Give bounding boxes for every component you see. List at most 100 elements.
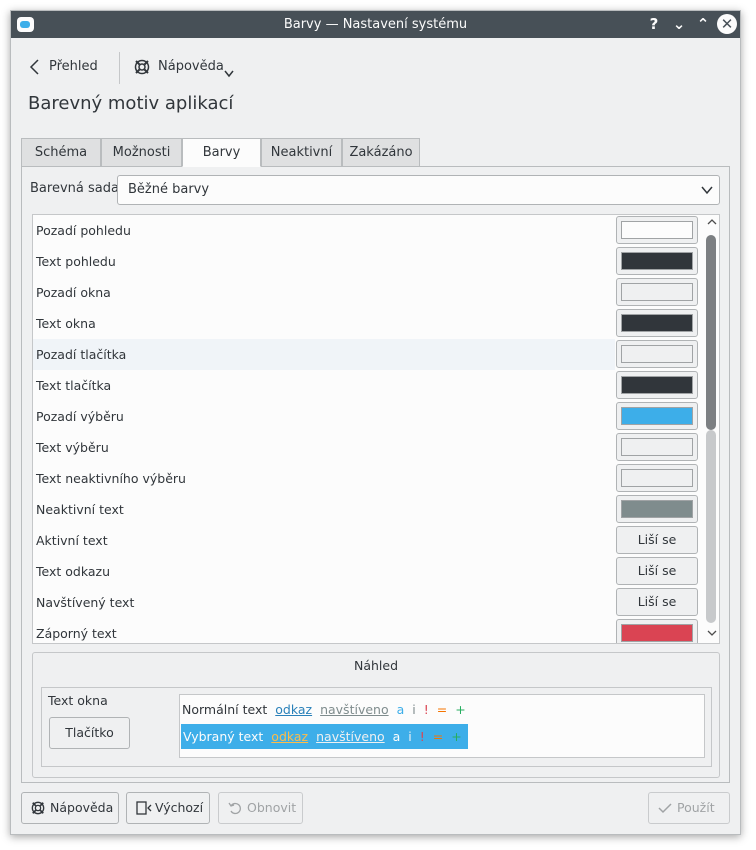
document-revert-icon — [136, 801, 152, 815]
color-row-label: Neaktivní text — [36, 502, 124, 517]
scroll-thumb[interactable] — [706, 235, 716, 430]
color-swatch-button[interactable] — [616, 433, 698, 461]
preview-selected-link[interactable]: odkaz — [271, 729, 308, 744]
tab-schema[interactable]: Schéma — [21, 138, 101, 167]
color-row-label: Text tlačítka — [36, 378, 112, 393]
reset-button[interactable]: Obnovit — [218, 792, 303, 824]
preview-selected-inactive: i — [408, 729, 412, 744]
close-icon[interactable]: ✕ — [717, 14, 737, 34]
color-swatch-button[interactable] — [616, 402, 698, 430]
title-bar[interactable]: Barvy — Nastavení systému ? ⌄ ⌃ ✕ — [11, 11, 740, 38]
preview-normal-line: Normální text odkaz navštíveno a i ! = + — [182, 699, 470, 721]
color-swatch-button[interactable] — [616, 278, 698, 306]
chevron-left-icon — [29, 59, 39, 75]
preview-normal-negative: ! — [423, 702, 429, 717]
preview-normal-neutral: = — [436, 702, 448, 717]
help-button[interactable]: Nápověda — [21, 792, 119, 824]
preview-normal-link[interactable]: odkaz — [275, 702, 312, 717]
color-swatch-button[interactable] — [616, 371, 698, 399]
color-list[interactable]: Pozadí pohledu Text pohledu Pozadí okna Tex… — [32, 214, 720, 644]
page-title: Barevný motiv aplikací — [28, 93, 234, 114]
help-menu-label: Nápověda — [158, 59, 224, 74]
color-differs-button[interactable]: Liší se — [616, 588, 698, 616]
apply-button[interactable]: Použít — [648, 792, 730, 824]
preview-normal-positive: + — [455, 702, 466, 717]
preview-normal-text: Normální text — [182, 702, 268, 717]
scroll-up-icon[interactable] — [703, 215, 719, 231]
preview-selected-negative: ! — [419, 729, 425, 744]
vertical-scrollbar[interactable] — [703, 215, 719, 643]
scroll-track[interactable] — [706, 430, 716, 623]
color-row-label: Text neaktivního výběru — [36, 471, 186, 486]
tab-disabled[interactable]: Zakázáno — [342, 138, 420, 167]
settings-window: Barvy — Nastavení systému ? ⌄ ⌃ ✕ Přehle… — [10, 10, 741, 835]
color-swatch — [621, 376, 693, 394]
lifebuoy-icon — [134, 59, 150, 75]
scroll-down-icon[interactable] — [703, 626, 719, 642]
color-row-label: Text okna — [36, 316, 96, 331]
chevron-down-icon — [707, 630, 716, 636]
preview-normal-inactive: i — [412, 702, 416, 717]
help-button-label: Nápověda — [50, 800, 114, 815]
preview-button[interactable]: Tlačítko — [49, 717, 130, 749]
color-swatch-button[interactable] — [616, 216, 698, 244]
preview-normal-visited[interactable]: navštíveno — [320, 702, 389, 717]
color-set-select[interactable]: Běžné barvy — [117, 175, 720, 205]
color-differs-button[interactable]: Liší se — [616, 557, 698, 585]
color-row-label: Pozadí výběru — [36, 409, 124, 424]
color-swatch — [621, 469, 693, 487]
color-differs-button[interactable]: Liší se — [616, 526, 698, 554]
color-swatch — [621, 283, 693, 301]
maximize-icon[interactable]: ⌃ — [693, 14, 713, 34]
window-title: Barvy — Nastavení systému — [283, 17, 468, 32]
tab-colors[interactable]: Barvy — [182, 138, 261, 167]
color-swatch-button[interactable] — [616, 495, 698, 523]
color-swatch-button[interactable] — [616, 247, 698, 275]
color-swatch-button[interactable] — [616, 340, 698, 368]
preview-selected-visited[interactable]: navštíveno — [316, 729, 385, 744]
dialog-buttons: Nápověda Výchozí Obnovit Použít — [21, 792, 730, 824]
chevron-down-icon — [224, 70, 234, 78]
color-swatch — [621, 345, 693, 363]
color-swatch — [621, 438, 693, 456]
color-row-label: Text pohledu — [36, 254, 116, 269]
defaults-button-label: Výchozí — [155, 800, 204, 815]
tab-options[interactable]: Možnosti — [101, 138, 182, 167]
chevron-down-icon — [701, 186, 713, 195]
preview-window: Text okna Tlačítko Normální text odkaz n… — [41, 687, 712, 767]
undo-icon — [228, 802, 241, 815]
color-row-label: Pozadí okna — [36, 285, 111, 300]
tab-inactive[interactable]: Neaktivní — [261, 138, 342, 167]
back-button[interactable]: Přehled — [29, 49, 109, 85]
color-row-label: Text odkazu — [36, 564, 110, 579]
color-set-value: Běžné barvy — [128, 182, 210, 197]
color-set-label: Barevná sada: — [30, 181, 124, 196]
color-swatch — [621, 407, 693, 425]
colors-panel: Barevná sada: Běžné barvy Pozadí pohledu… — [21, 166, 730, 783]
preview-group: Náhled Text okna Tlačítko Normální text … — [32, 652, 720, 778]
lifebuoy-icon — [31, 801, 45, 815]
color-row-label: Pozadí pohledu — [36, 223, 131, 238]
preview-title: Náhled — [353, 658, 399, 673]
color-swatch-button[interactable] — [616, 309, 698, 337]
color-row-label: Záporný text — [36, 626, 117, 641]
color-swatch-button[interactable] — [616, 619, 698, 643]
color-swatch — [621, 314, 693, 332]
preview-selected-line: Vybraný text odkaz navštíveno a i ! = + — [181, 724, 468, 749]
color-swatch-button[interactable] — [616, 464, 698, 492]
help-menu-button[interactable]: Nápověda — [134, 49, 244, 85]
preview-selected-active: a — [392, 729, 401, 744]
color-swatch — [621, 624, 693, 642]
preview-selected-neutral: = — [432, 729, 444, 744]
preview-normal-active: a — [396, 702, 405, 717]
chevron-up-icon — [707, 219, 716, 225]
minimize-icon[interactable]: ⌄ — [669, 14, 689, 34]
color-row-label: Aktivní text — [36, 533, 108, 548]
color-row-label: Text výběru — [36, 440, 109, 455]
color-swatch — [621, 500, 693, 518]
help-title-icon[interactable]: ? — [644, 14, 664, 34]
color-swatch — [621, 221, 693, 239]
preview-view: Normální text odkaz navštíveno a i ! = +… — [179, 694, 705, 758]
color-row-label: Navštívený text — [36, 595, 135, 610]
defaults-button[interactable]: Výchozí — [126, 792, 210, 824]
